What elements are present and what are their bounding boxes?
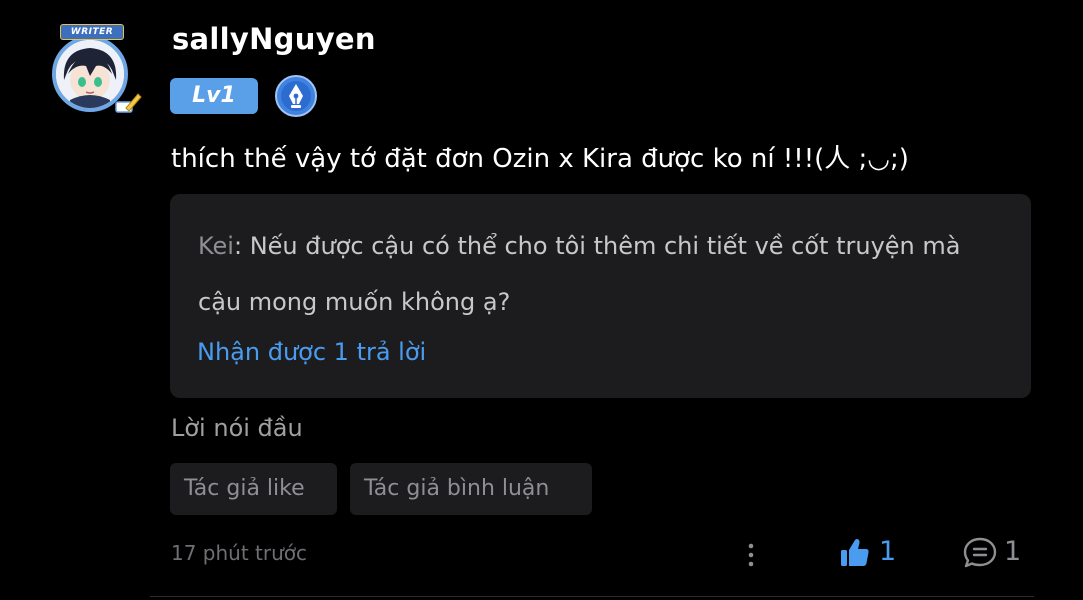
reply-content: Kei: Nếu được cậu có thể cho tôi thêm ch…	[198, 218, 978, 330]
thumbs-up-icon[interactable]	[838, 536, 872, 570]
preface-label: Lời nói đầu	[171, 414, 303, 442]
view-replies-link[interactable]: Nhận được 1 trả lời	[197, 338, 426, 366]
writer-badge: WRITER	[60, 24, 124, 40]
fountain-pen-icon	[275, 75, 317, 117]
comment-item: WRITER sallyNguyen Lv1 thích thế vậy tớ …	[0, 0, 1083, 600]
username[interactable]: sallyNguyen	[172, 22, 376, 56]
author-comment-tag: Tác giả bình luận	[350, 463, 592, 515]
pen-icon	[115, 93, 142, 113]
like-count: 1	[879, 536, 897, 567]
more-options-icon[interactable]	[744, 540, 758, 570]
timestamp: 17 phút trước	[171, 541, 308, 565]
author-like-tag: Tác giả like	[170, 463, 337, 515]
comment-text: thích thế vậy tớ đặt đơn Ozin x Kira đượ…	[171, 144, 909, 174]
avatar[interactable]: WRITER	[40, 24, 144, 120]
comment-bubble-icon[interactable]	[962, 536, 998, 570]
level-badge: Lv1	[170, 78, 258, 114]
comment-count: 1	[1004, 536, 1022, 567]
divider	[150, 596, 1034, 597]
reply-author[interactable]: Kei	[198, 232, 234, 260]
reply-separator: :	[233, 232, 250, 260]
reply-text: Nếu được cậu có thể cho tôi thêm chi tiế…	[198, 232, 961, 316]
reply-preview[interactable]: Kei: Nếu được cậu có thể cho tôi thêm ch…	[170, 194, 1031, 398]
